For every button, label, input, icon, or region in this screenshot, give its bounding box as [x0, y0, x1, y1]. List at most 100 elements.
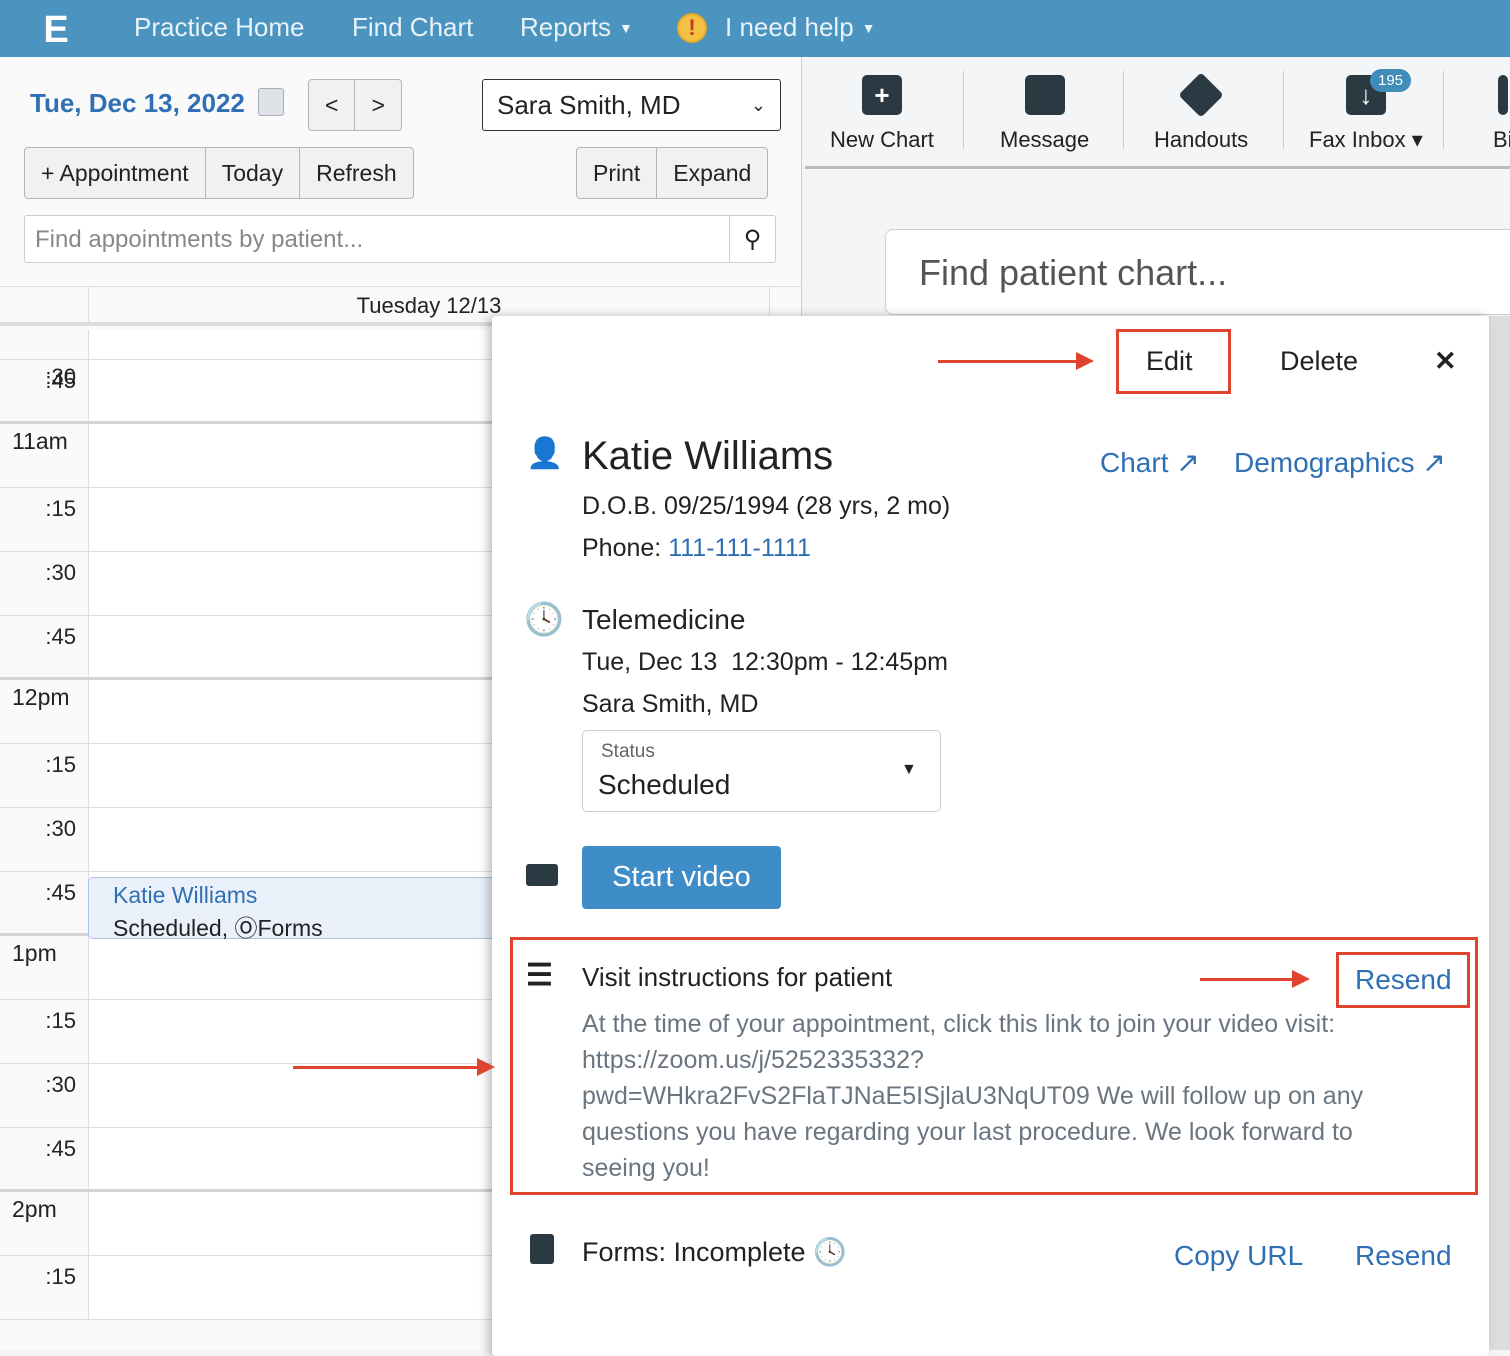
start-video-button[interactable]: Start video — [582, 846, 781, 909]
nav-reports[interactable]: Reports ▼ — [520, 12, 633, 43]
edit-button[interactable]: Edit — [1146, 346, 1193, 377]
patient-phone-row: Phone: 111-111-1111 — [582, 534, 811, 563]
nav-help[interactable]: ! I need help ▼ — [677, 12, 876, 43]
visit-provider: Sara Smith, MD — [582, 690, 759, 718]
appointment-search: Find appointments by patient... ⚲ — [24, 215, 776, 263]
provider-select[interactable]: Sara Smith, MD ⌄ — [482, 79, 781, 131]
visit-type: Telemedicine — [582, 604, 746, 635]
appointment-status: Scheduled, ⓄForms — [113, 915, 323, 941]
demographics-link[interactable]: Demographics ↗ — [1234, 446, 1446, 479]
delete-button[interactable]: Delete — [1280, 346, 1358, 377]
chart-link[interactable]: Chart ↗ — [1100, 446, 1200, 479]
handouts-button[interactable]: Handouts — [1154, 57, 1248, 167]
calendar-icon[interactable] — [258, 88, 284, 116]
forms-label: Forms: Incomplete — [582, 1237, 806, 1267]
schedule-date[interactable]: Tue, Dec 13, 2022 — [30, 88, 245, 119]
appointment-popover: Edit Delete ✕ 👤 Katie Williams Chart ↗ D… — [492, 316, 1489, 1356]
forms-status: Forms: Incomplete 🕓 — [582, 1236, 847, 1268]
warning-icon: ! — [677, 12, 707, 43]
status-value: Scheduled — [598, 769, 731, 800]
time-label: :30 — [45, 816, 76, 841]
time-label: :45 — [45, 368, 76, 393]
clipboard-icon — [530, 1234, 554, 1264]
view-actions: Print Expand — [576, 147, 769, 199]
search-icon[interactable]: ⚲ — [729, 216, 775, 262]
top-nav: E Practice Home Find Chart Reports ▼ ! I n… — [0, 0, 1510, 70]
new-chart-button[interactable]: + New Chart — [830, 57, 934, 167]
fax-count-badge: 195 — [1370, 69, 1412, 92]
add-appointment-button[interactable]: + Appointment — [25, 148, 206, 198]
schedule-actions: + Appointment Today Refresh — [24, 147, 414, 199]
instructions-resend-button[interactable]: Resend — [1355, 964, 1452, 996]
divider — [1283, 71, 1284, 149]
next-day-button[interactable]: > — [355, 80, 400, 130]
nav-label: Find Chart — [352, 12, 474, 42]
time-label: 11am — [12, 428, 68, 454]
billing-button[interactable]: Bi — [1493, 57, 1510, 167]
time-label: :30 — [45, 560, 76, 585]
tool-label: New Chart — [830, 127, 934, 152]
copy-url-button[interactable]: Copy URL — [1174, 1240, 1303, 1272]
folder-plus-icon: + — [861, 75, 902, 115]
caret-down-icon: ▼ — [901, 761, 917, 778]
appointment-patient: Katie Williams — [113, 882, 258, 908]
status-select[interactable]: Status Scheduled ▼ — [582, 730, 941, 812]
time-label: :45 — [45, 1136, 76, 1161]
nav-practice-home[interactable]: Practice Home — [134, 12, 305, 43]
prev-day-button[interactable]: < — [309, 80, 356, 130]
time-label: :15 — [45, 1008, 76, 1033]
clock-icon: 🕓 — [524, 601, 564, 637]
status-label: Status — [601, 741, 655, 762]
time-label: :45 — [45, 880, 76, 905]
divider — [1123, 71, 1124, 149]
time-label: :15 — [45, 496, 76, 521]
tool-label: Bi — [1493, 127, 1510, 152]
video-camera-icon — [526, 864, 558, 886]
message-icon — [1024, 75, 1065, 115]
toolbar: + New Chart Message Handouts ↓ Fax Inbox ▾… — [805, 57, 1510, 169]
time-label: 12pm — [12, 684, 70, 710]
nav-label: Reports — [520, 12, 612, 42]
forms-resend-button[interactable]: Resend — [1355, 1240, 1452, 1272]
clock-icon: 🕓 — [813, 1237, 847, 1267]
refresh-button[interactable]: Refresh — [300, 148, 413, 198]
time-label: :45 — [45, 624, 76, 649]
find-patient-chart-input[interactable]: Find patient chart... — [885, 229, 1510, 315]
instructions-text: At the time of your appointment, click t… — [582, 1010, 1364, 1182]
time-label: 1pm — [12, 940, 57, 966]
print-button[interactable]: Print — [577, 148, 658, 198]
nav-find-chart[interactable]: Find Chart — [352, 12, 473, 43]
nav-label: Practice Home — [134, 12, 305, 42]
phone-link[interactable]: 111-111-1111 — [668, 534, 811, 562]
caret-down-icon: ▼ — [861, 19, 876, 36]
expand-button[interactable]: Expand — [657, 148, 767, 198]
appointment-card[interactable]: Katie Williams Scheduled, ⓄForms — [88, 877, 508, 941]
time-label: :15 — [45, 752, 76, 777]
date-nav-group: < > — [308, 79, 402, 131]
person-icon: 👤 — [526, 437, 564, 470]
caret-down-icon: ▼ — [619, 19, 633, 36]
time-label: :30 — [45, 1072, 76, 1097]
patient-dob: D.O.B. 09/25/1994 (28 yrs, 2 mo) — [582, 492, 951, 520]
divider — [963, 71, 964, 149]
visit-time: Tue, Dec 13 12:30pm - 12:45pm — [582, 648, 948, 676]
list-icon: ☰ — [526, 959, 553, 992]
time-label: :15 — [45, 1264, 76, 1289]
tool-label: Message — [1000, 127, 1090, 152]
annotation-arrow — [938, 352, 1094, 370]
instructions-title: Visit instructions for patient — [582, 962, 893, 992]
appointment-search-input[interactable]: Find appointments by patient... — [25, 216, 729, 262]
today-button[interactable]: Today — [206, 148, 301, 198]
annotation-arrow — [293, 1058, 495, 1076]
phone-label: Phone: — [582, 534, 669, 562]
patient-name: Katie Williams — [582, 434, 834, 478]
divider — [1443, 71, 1444, 149]
billing-icon — [1497, 75, 1508, 115]
nav-label: I need help — [725, 12, 854, 42]
time-label: 2pm — [12, 1196, 57, 1222]
book-icon — [1178, 72, 1224, 118]
message-button[interactable]: Message — [1000, 57, 1089, 167]
provider-value: Sara Smith, MD — [497, 89, 681, 120]
close-icon[interactable]: ✕ — [1434, 346, 1457, 377]
chevron-down-icon: ⌄ — [750, 94, 766, 115]
